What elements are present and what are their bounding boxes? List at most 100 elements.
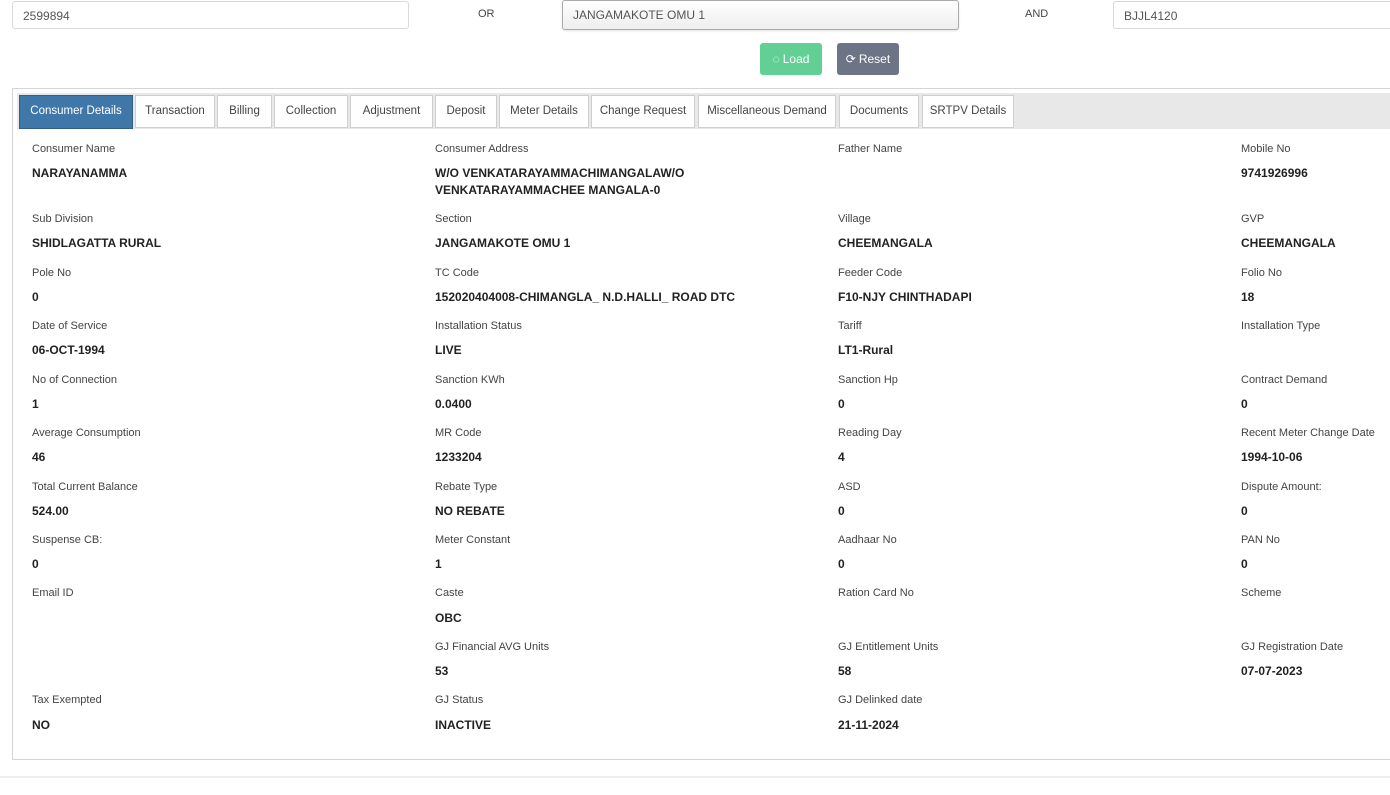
recent-meter-change-date-label: Recent Meter Change Date xyxy=(1241,427,1375,439)
gj-status-label: GJ Status xyxy=(435,694,484,706)
gj-entitlement-units-value: 58 xyxy=(838,664,852,678)
ration-card-no-label: Ration Card No xyxy=(838,587,914,599)
reset-button[interactable]: ⟳ Reset xyxy=(837,43,899,75)
tab-consumer-details[interactable]: Consumer Details xyxy=(19,95,133,129)
tab-collection[interactable]: Collection xyxy=(274,95,348,128)
installation-status-value: LIVE xyxy=(435,343,462,357)
tariff-label: Tariff xyxy=(838,320,862,332)
section-select[interactable]: JANGAMAKOTE OMU 1 xyxy=(562,0,959,30)
sanction-kwh-value: 0.0400 xyxy=(435,397,472,411)
gj-status-value: INACTIVE xyxy=(435,718,492,732)
consumer-address-value: W/O VENKATARAYAMMACHIMANGALAW/O VENKATAR… xyxy=(435,166,685,197)
tax-exempted-label: Tax Exempted xyxy=(32,694,102,706)
tax-exempted-value: NO xyxy=(32,718,50,732)
gj-registration-date-label: GJ Registration Date xyxy=(1241,641,1344,653)
caste-value: OBC xyxy=(435,611,462,625)
gj-financial-avg-units-value: 53 xyxy=(435,664,449,678)
tc-code-label: TC Code xyxy=(435,267,480,279)
asd-label: ASD xyxy=(838,481,861,493)
dispute-amount-label: Dispute Amount: xyxy=(1241,481,1322,493)
meter-constant-value: 1 xyxy=(435,557,442,571)
aadhaar-no-value: 0 xyxy=(838,557,845,571)
no-of-connection-value: 1 xyxy=(32,397,39,411)
gj-delinked-date-label: GJ Delinked date xyxy=(838,694,923,706)
total-current-balance-label: Total Current Balance xyxy=(32,481,138,493)
gvp-value: CHEEMANGALA xyxy=(1241,236,1336,250)
spinner-icon: ◌ xyxy=(772,52,780,66)
contract-demand-value: 0 xyxy=(1241,397,1248,411)
folio-no-value: 18 xyxy=(1241,290,1255,304)
tc-code-value: 152020404008-CHIMANGLA_ N.D.HALLI_ ROAD … xyxy=(435,290,736,304)
tab-transaction[interactable]: Transaction xyxy=(135,95,215,128)
gj-registration-date-value: 07-07-2023 xyxy=(1241,664,1303,678)
tab-documents[interactable]: Documents xyxy=(839,95,919,128)
date-of-service-value: 06-OCT-1994 xyxy=(32,343,105,357)
tab-meter-details[interactable]: Meter Details xyxy=(499,95,589,128)
mobile-no-label: Mobile No xyxy=(1241,143,1291,155)
average-consumption-value: 46 xyxy=(32,450,46,464)
pan-no-label: PAN No xyxy=(1241,534,1280,546)
consumer-name-label: Consumer Name xyxy=(32,143,116,155)
meter-constant-label: Meter Constant xyxy=(435,534,511,546)
sanction-hp-value: 0 xyxy=(838,397,845,411)
tab-billing[interactable]: Billing xyxy=(217,95,272,128)
asd-value: 0 xyxy=(838,504,845,518)
pole-no-value: 0 xyxy=(32,290,39,304)
village-label: Village xyxy=(838,213,871,225)
reading-day-value: 4 xyxy=(838,450,845,464)
load-button[interactable]: ◌ Load xyxy=(760,43,822,75)
mr-code-value: 1233204 xyxy=(435,450,482,464)
folio-no-label: Folio No xyxy=(1241,267,1282,279)
consumer-name-value: NARAYANAMMA xyxy=(32,166,128,180)
tab-change-request[interactable]: Change Request xyxy=(591,95,695,128)
father-name-label: Father Name xyxy=(838,143,903,155)
reading-day-label: Reading Day xyxy=(838,427,902,439)
pan-no-value: 0 xyxy=(1241,557,1248,571)
installation-status-label: Installation Status xyxy=(435,320,522,332)
consumer-address-label: Consumer Address xyxy=(435,143,529,155)
gj-delinked-date-value: 21-11-2024 xyxy=(838,718,899,732)
gj-financial-avg-units-label: GJ Financial AVG Units xyxy=(435,641,550,653)
reset-button-label: Reset xyxy=(858,52,891,66)
footer-divider xyxy=(0,776,1390,778)
tab-srtpv-details[interactable]: SRTPV Details xyxy=(922,95,1014,128)
installation-type-label: Installation Type xyxy=(1241,320,1321,332)
and-label: AND xyxy=(1025,8,1049,20)
section-label: Section xyxy=(435,213,472,225)
sub-division-value: SHIDLAGATTA RURAL xyxy=(32,236,162,250)
rebate-type-label: Rebate Type xyxy=(435,481,498,493)
aadhaar-no-label: Aadhaar No xyxy=(838,534,897,546)
no-of-connection-label: No of Connection xyxy=(32,374,117,386)
tab-deposit[interactable]: Deposit xyxy=(435,95,497,128)
dispute-amount-value: 0 xyxy=(1241,504,1248,518)
tab-bar: Consumer Details Transaction Billing Col… xyxy=(17,93,1390,129)
caste-label: Caste xyxy=(435,587,464,599)
feeder-code-label: Feeder Code xyxy=(838,267,903,279)
village-value: CHEEMANGALA xyxy=(838,236,933,250)
average-consumption-label: Average Consumption xyxy=(32,427,141,439)
search-row: 2599894 OR JANGAMAKOTE OMU 1 AND BJJL412… xyxy=(0,0,1390,32)
rebate-type-value: NO REBATE xyxy=(435,504,505,518)
sanction-kwh-label: Sanction KWh xyxy=(435,374,505,386)
refresh-icon: ⟳ xyxy=(845,52,856,66)
load-button-label: Load xyxy=(782,52,810,66)
email-id-label: Email ID xyxy=(32,587,74,599)
account-id-input[interactable]: 2599894 xyxy=(12,1,409,29)
or-label: OR xyxy=(478,8,495,20)
sanction-hp-label: Sanction Hp xyxy=(838,374,898,386)
scheme-label: Scheme xyxy=(1241,587,1282,599)
section-value: JANGAMAKOTE OMU 1 xyxy=(435,236,571,250)
suspense-cb-label: Suspense CB: xyxy=(32,534,103,546)
gvp-label: GVP xyxy=(1241,213,1265,225)
recent-meter-change-date-value: 1994-10-06 xyxy=(1241,450,1303,464)
tab-adjustment[interactable]: Adjustment xyxy=(350,95,433,128)
rr-number-input[interactable]: BJJL4120 xyxy=(1113,1,1390,29)
mobile-no-value: 9741926996 xyxy=(1241,166,1308,180)
date-of-service-label: Date of Service xyxy=(32,320,108,332)
suspense-cb-value: 0 xyxy=(32,557,39,571)
tariff-value: LT1-Rural xyxy=(838,343,894,357)
total-current-balance-value: 524.00 xyxy=(32,504,69,518)
pole-no-label: Pole No xyxy=(32,267,72,279)
tab-miscellaneous-demand[interactable]: Miscellaneous Demand xyxy=(698,95,836,128)
sub-division-label: Sub Division xyxy=(32,213,94,225)
